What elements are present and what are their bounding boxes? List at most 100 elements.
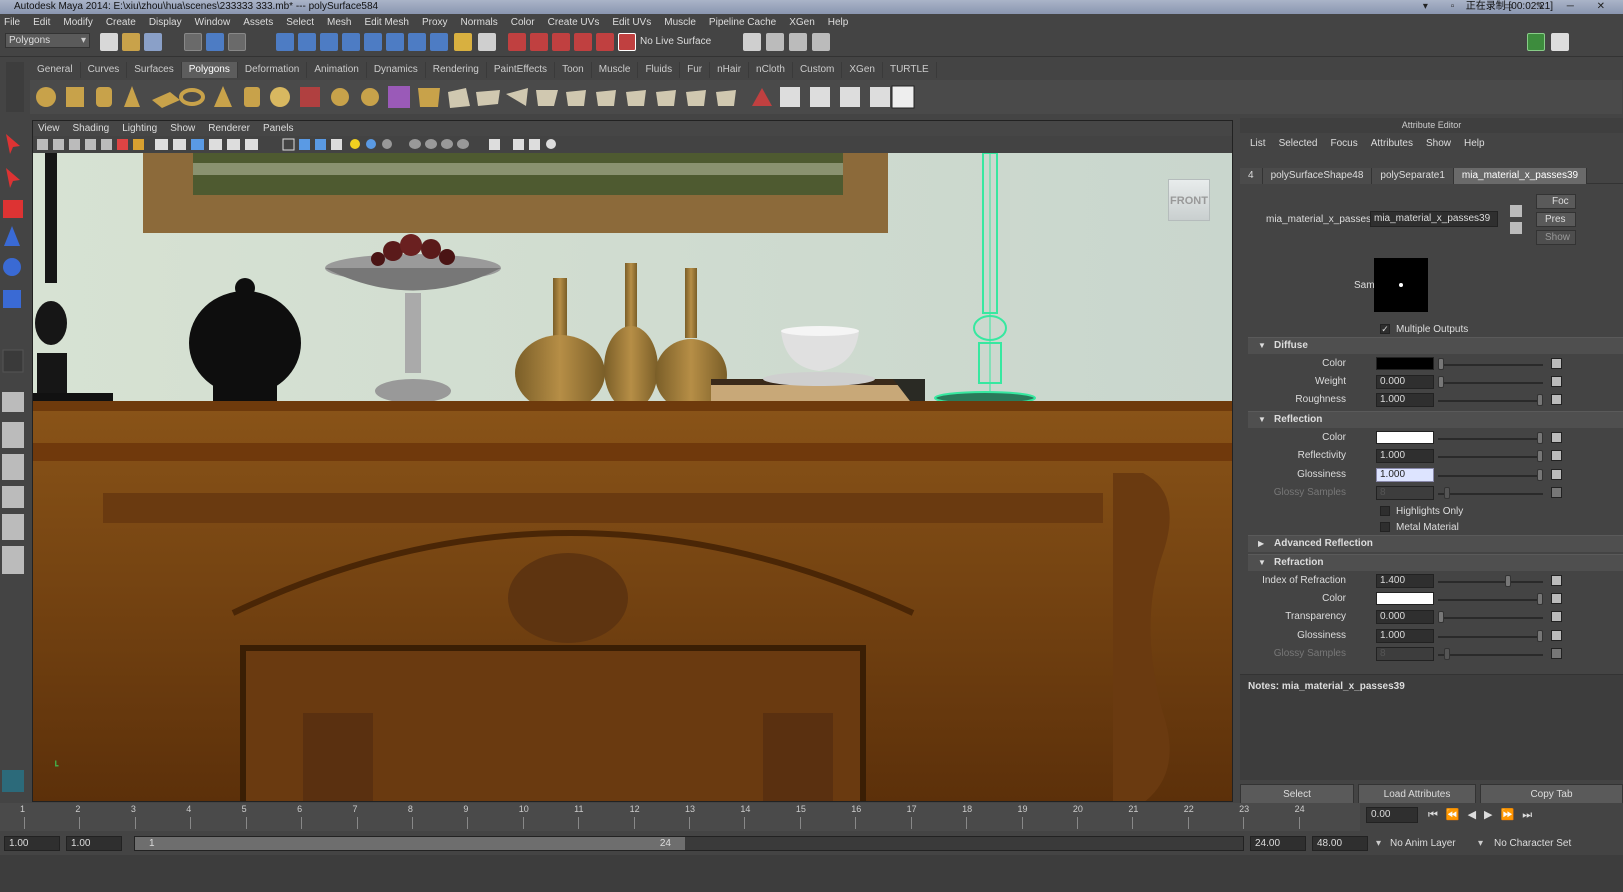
layout-single-icon[interactable] — [2, 392, 24, 412]
append-polygon-icon[interactable] — [506, 88, 528, 106]
planar-mapping-icon[interactable] — [780, 87, 800, 107]
diffuse-roughness-knob[interactable] — [1537, 394, 1543, 406]
viewport-menu-view[interactable]: View — [38, 123, 60, 134]
go-to-output-icon[interactable] — [1510, 222, 1522, 234]
ior-knob[interactable] — [1505, 575, 1511, 587]
select-curves-icon[interactable] — [320, 33, 338, 51]
bookmarks-icon[interactable] — [69, 139, 80, 150]
refraction-glossy-samples-field[interactable]: 8 — [1376, 647, 1434, 661]
reflection-color-slider[interactable] — [1438, 438, 1543, 440]
extract-icon[interactable] — [361, 88, 379, 106]
sculpt-geometry-icon[interactable] — [752, 88, 772, 106]
viewport-menu-shading[interactable]: Shading — [73, 123, 110, 134]
menu-modify[interactable]: Modify — [63, 17, 92, 28]
character-set-dropdown-icon[interactable]: ▾ — [1478, 838, 1483, 849]
show-button[interactable]: Show — [1536, 230, 1576, 245]
reflection-glossiness-slider[interactable] — [1438, 475, 1543, 477]
add-divisions-icon[interactable] — [626, 90, 646, 106]
metal-material-checkbox[interactable] — [1380, 522, 1390, 532]
shelf-tab-animation[interactable]: Animation — [307, 62, 367, 78]
wireframe-on-shaded-icon[interactable] — [315, 139, 326, 150]
diffuse-weight-map-icon[interactable] — [1551, 376, 1562, 387]
poly-plane-icon[interactable] — [152, 92, 180, 108]
viewport-menu-panels[interactable]: Panels — [263, 123, 294, 134]
extrude-icon[interactable] — [448, 88, 470, 108]
last-tool-icon[interactable] — [2, 349, 24, 373]
transparency-slider[interactable] — [1438, 617, 1543, 619]
make-live-icon[interactable] — [596, 33, 614, 51]
node-name-field[interactable]: mia_material_x_passes39 — [1370, 211, 1498, 227]
shelf-tab-turtle[interactable]: TURTLE — [883, 62, 937, 78]
viewport-menu-renderer[interactable]: Renderer — [208, 123, 250, 134]
wooden-cabinet[interactable] — [33, 401, 1233, 802]
select-button[interactable]: Select — [1240, 784, 1354, 804]
character-set-selector[interactable]: No Character Set — [1494, 838, 1571, 849]
time-slider-track[interactable]: 1 2 3 4 5 6 7 8 9 10 11 12 13 14 15 16 17 18 19 20 21 22 23 24 — [0, 803, 1360, 831]
shelf-tab-surfaces[interactable]: Surfaces — [127, 62, 182, 78]
reflection-glossiness-knob[interactable] — [1537, 469, 1543, 481]
ae-menu-list[interactable]: List — [1250, 138, 1266, 152]
highlight-selection-icon[interactable] — [478, 33, 496, 51]
rotate-tool-icon[interactable] — [3, 258, 21, 276]
use-all-lights-icon[interactable] — [350, 139, 360, 149]
diffuse-section-header[interactable]: ▼ Diffuse — [1248, 337, 1623, 354]
isolate-select-icon[interactable] — [457, 139, 469, 149]
select-tool-icon[interactable] — [6, 134, 20, 154]
refraction-color-knob[interactable] — [1537, 593, 1543, 605]
reflection-glossiness-field[interactable]: 1.000 — [1376, 468, 1434, 482]
menu-color[interactable]: Color — [511, 17, 535, 28]
lock-selection-icon[interactable] — [454, 33, 472, 51]
transparency-knob[interactable] — [1438, 611, 1444, 623]
time-slider[interactable]: 1 2 3 4 5 6 7 8 9 10 11 12 13 14 15 16 17 18 19 20 21 22 23 24 … — [0, 803, 1623, 831]
copy-tab-button[interactable]: Copy Tab — [1480, 784, 1623, 804]
menu-assets[interactable]: Assets — [243, 17, 273, 28]
menu-muscle[interactable]: Muscle — [664, 17, 696, 28]
select-by-hierarchy-icon[interactable] — [184, 33, 202, 51]
diffuse-roughness-field[interactable]: 1.000 — [1376, 393, 1434, 407]
ior-map-icon[interactable] — [1551, 575, 1562, 586]
diffuse-color-slider[interactable] — [1438, 364, 1543, 366]
diffuse-weight-slider[interactable] — [1438, 382, 1543, 384]
reflection-section-header[interactable]: ▼ Reflection — [1248, 411, 1623, 428]
reflectivity-field[interactable]: 1.000 — [1376, 449, 1434, 463]
textured-icon[interactable] — [331, 139, 342, 150]
scale-tool-icon[interactable] — [3, 290, 21, 308]
camera-attributes-icon[interactable] — [53, 139, 64, 150]
reflectivity-knob[interactable] — [1537, 450, 1543, 462]
select-deformations-icon[interactable] — [364, 33, 382, 51]
end-time-field[interactable]: 48.00 — [1312, 836, 1368, 851]
ae-menu-attributes[interactable]: Attributes — [1371, 138, 1413, 152]
range-slider-track[interactable]: 1 24 — [134, 836, 1244, 851]
xray-icon[interactable] — [489, 139, 500, 150]
menu-window[interactable]: Window — [195, 17, 231, 28]
poly-torus-icon[interactable] — [179, 88, 205, 106]
focus-button[interactable]: Foc — [1536, 194, 1576, 209]
poly-cube-icon[interactable] — [66, 87, 84, 107]
diffuse-weight-knob[interactable] — [1438, 376, 1444, 388]
playback-end-field[interactable]: 24.00 — [1250, 836, 1306, 851]
grease-pencil-icon[interactable] — [117, 139, 128, 150]
select-handles-icon[interactable] — [276, 33, 294, 51]
load-attributes-button[interactable]: Load Attributes — [1358, 784, 1476, 804]
render-settings-icon[interactable] — [812, 33, 830, 51]
menu-create-uvs[interactable]: Create UVs — [548, 17, 600, 28]
shelf-tab-nhair[interactable]: nHair — [710, 62, 750, 78]
reflection-color-swatch[interactable] — [1376, 431, 1434, 444]
reflection-color-knob[interactable] — [1537, 432, 1543, 444]
layout-graph-icon[interactable] — [2, 514, 24, 540]
viewport-menu-lighting[interactable]: Lighting — [122, 123, 157, 134]
refraction-glossy-samples-knob[interactable] — [1444, 648, 1450, 660]
smooth-icon[interactable] — [388, 86, 410, 108]
spherical-mapping-icon[interactable] — [840, 87, 860, 107]
ior-field[interactable]: 1.400 — [1376, 574, 1434, 588]
poly-pyramid-icon[interactable] — [214, 86, 232, 107]
shelf-tab-fluids[interactable]: Fluids — [638, 62, 681, 78]
field-chart-icon[interactable] — [209, 139, 222, 150]
resolution-gate-icon[interactable] — [173, 139, 186, 150]
start-time-field[interactable]: 1.00 — [4, 836, 60, 851]
reflection-glossiness-map-icon[interactable] — [1551, 469, 1562, 480]
menu-edit[interactable]: Edit — [33, 17, 50, 28]
refraction-color-map-icon[interactable] — [1551, 593, 1562, 604]
poly-pipe-icon[interactable] — [244, 87, 260, 107]
shelf-tab-muscle[interactable]: Muscle — [592, 62, 639, 78]
